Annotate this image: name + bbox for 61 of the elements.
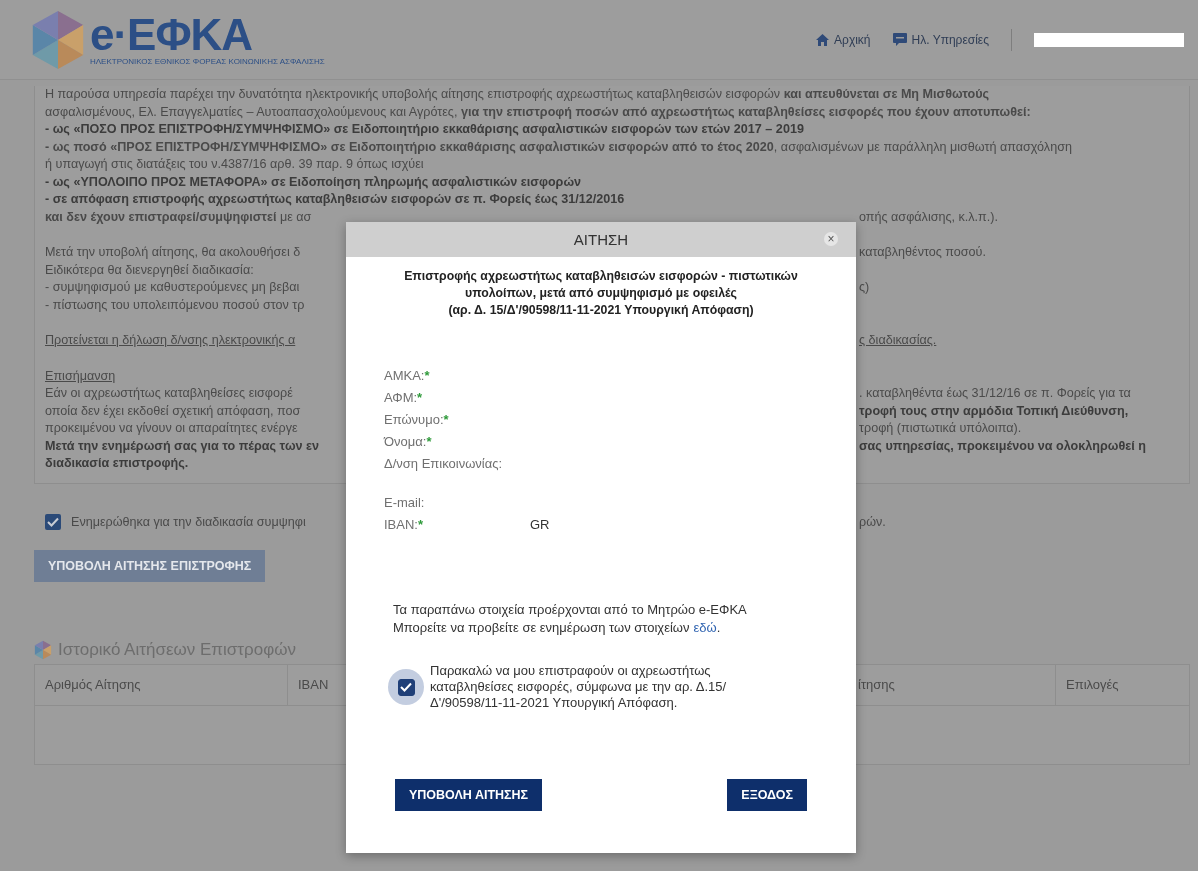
info-text: Εάν οι αχρεωστήτως καταβληθείσες εισφορέ [45,385,294,402]
dialog-title: ΑΙΤΗΣΗ [573,231,629,248]
dialog-subtitle: υπολοίπων, μετά από συμψηφισμό με οφειλές [464,285,738,302]
field-label: IBAN:* [384,516,425,532]
dialog-subtitle: Επιστροφής αχρεωστήτως καταβληθεισών εισφορών - πιστωτικών [403,268,799,285]
info-text: Μπορείτε να προβείτε σε ενημέρωση των στοιχείων [393,619,690,637]
info-text: διαδικασία επιστροφής. [45,455,190,472]
column-header: Επιλογές [1055,664,1189,705]
info-text: Μετά την ενημέρωσή σας για το πέρας των εν [45,437,320,455]
field-label: Δ/νση Επικοινωνίας: [384,455,504,471]
checkbox[interactable] [45,513,61,530]
home-icon [816,33,830,46]
info-text: Ειδικότερα θα διενεργηθεί διαδικασία: [45,261,255,279]
info-text: - ως «ΠΟΣΟ ΠΡΟΣ ΕΠΙΣΤΡΟΦΗ/ΣΥΜΨΗΦΙΣΜΟ» σε Ειδοποιητήριο εκκαθάρισης ασφαλιστικών εισφορών των ετών 2017 – 2019 [45,121,805,138]
period-text: . [716,619,721,637]
info-text: - ως «ΥΠΟΛΟΙΠΟ ΠΡΟΣ ΜΕΤΑΦΟΡΑ» σε Ειδοποίηση πληρωμής ασφαλιστικών εισφορών [45,173,583,191]
hexagon-icon [34,639,52,660]
hexagon-logo-icon [30,8,86,71]
dialog-button[interactable]: ΥΠΟΒΟΛΗ ΑΙΤΗΣΗΣ [395,779,543,811]
email-link[interactable]: ς διαδικασίας. [859,332,1181,350]
field-label: ΑΜΚΑ:* [384,367,431,383]
field-label: E-mail: [384,494,426,510]
checkbox[interactable] [397,678,415,696]
info-text: τροφή τους στην αρμόδια Τοπική Διεύθυνση, [859,402,1130,420]
close-button[interactable]: × [824,232,838,246]
info-text: οποία δεν έχει εκδοθεί σχετική απόφαση, ποσ [45,402,302,420]
info-text: προκειμένου να γίνουν οι απαραίτητες ενέργε [45,420,299,437]
dialog-subtitle: (αρ. Δ. 15/Δ'/90598/11-11-2021 Υπουργική Απόφαση) [447,302,755,319]
note-heading: Επισήμανση [45,367,117,385]
dialog-button[interactable]: ΕΞΟΔΟΣ [727,779,807,811]
info-text: ς) [859,279,871,296]
nav-link[interactable]: Αρχική [816,32,871,47]
info-text: σας υπηρεσίας, προκειμένου να ολοκληρωθεί η [859,437,1147,455]
submit-return-button[interactable]: ΥΠΟΒΟΛΗ ΑΙΤΗΣΗΣ ΕΠΙΣΤΡΟΦΗΣ [34,549,266,582]
here-link[interactable]: εδώ [693,619,717,637]
info-text: . καταβληθέντα έως 31/12/16 σε π. Φορείς για τα [859,385,1132,402]
info-text: Η παρούσα υπηρεσία παρέχει την δυνατότητα ηλεκτρονικής υποβολής αίτησης επιστροφής αχρεωστήτως καταβληθεισών εισφορών και απευθύνεται σε Μη Μισθωτούς [45,86,991,103]
logo-tagline: ΗΛΕΚΤΡΟΝΙΚΟΣ ΕΘΝΙΚΟΣ ΦΟΡΕΑΣ ΚΟΙΝΩΝΙΚΗΣ ΑΣΦΑΛΙΣΗΣ [90,57,325,66]
info-text: Μετά την υποβολή αίτησης, θα ακολουθήσει δ [45,244,302,261]
info-text: και δεν έχουν επιστραφεί/συμψηφιστεί με ασ [45,208,313,226]
info-text: - πίστωσης του υπολειπόμενου ποσού στον τρ [45,296,306,314]
info-text: καταβληθέντος ποσού. [859,244,987,261]
info-text: οπής ασφάλισης, κ.λ.π.). [859,208,999,226]
checkbox-label: Ενημερώθηκα για την διαδικασία συμψηφι [71,514,306,529]
info-text: Τα παραπάνω στοιχεία προέρχονται από το Μητρώο e-ΕΦΚΑ [393,601,748,619]
info-text: ή υπαγωγή στις διατάξεις του ν.4387/16 αρθ. 39 παρ. 9 όπως ισχύει [45,156,425,173]
field-value: GR [530,516,550,532]
field-label: Επώνυμο:* [384,411,450,427]
field-label: ΑΦΜ:* [384,389,424,405]
nav-link[interactable]: Ηλ. Υπηρεσίες [892,32,989,47]
email-link[interactable]: Προτείνεται η δήλωση δ/νσης ηλεκτρονικής α [45,332,347,350]
column-header: Αριθμός Αίτησης [44,675,142,694]
chat-icon [892,33,907,46]
info-text: ασφαλισμένους, Ελ. Επαγγελματίες – Αυτοαπασχολούμενους και Αγρότες, για την επιστροφή ποσών από αχρεωστήτως καταβληθείσες εισφορές που έχουν αποτυπωθεί: [45,103,1032,121]
info-text: τροφή (πιστωτικά υπόλοιπα). [859,420,1023,437]
info-text: - ως ποσό «ΠΡΟΣ ΕΠΙΣΤΡΟΦΗ/ΣΥΜΨΗΦΙΣΜΟ» σε Ειδοποιητήριο εκκαθάρισης ασφαλιστικών εισφορών από το έτος 2020, ασφαλισμένων με παράλληλη μισθωτή απασχόληση [45,138,1073,156]
checkbox-label: ρών. [859,514,887,529]
logo-wordmark: e·ΕΦΚΑ [90,13,254,57]
field-label: Όνομα:* [384,433,433,449]
info-text: - σε απόφαση επιστροφής αχρεωστήτως καταβληθεισών εισφορών σε π. Φορείς έως 31/12/2016 [45,191,626,208]
info-text: - συμψηφισμού με καθυστερούμενες μη βεβαι [45,279,301,296]
